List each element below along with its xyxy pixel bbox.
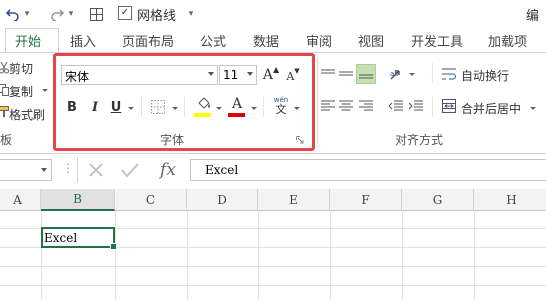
grid-line (115, 211, 116, 300)
undo-dropdown-icon[interactable]: ▾ (22, 4, 32, 24)
window-title: 编 (526, 9, 540, 24)
chevron-down-icon[interactable] (41, 168, 47, 172)
cell-b3-value: Excel (44, 231, 78, 245)
redo-icon[interactable] (48, 4, 66, 24)
formula-input[interactable]: Excel (190, 159, 546, 181)
tab-data[interactable]: 数据 (253, 31, 279, 50)
align-bottom-icon[interactable] (356, 64, 376, 84)
gridlines-checkbox[interactable]: ✓ (118, 6, 132, 20)
tab-home[interactable]: 开始 (15, 31, 41, 50)
enter-icon[interactable] (120, 161, 140, 179)
grid-line (402, 211, 403, 300)
formula-bar: ⋮ fx Excel (0, 157, 546, 185)
fill-handle[interactable] (110, 243, 117, 250)
tab-review[interactable]: 审阅 (306, 31, 332, 50)
redo-dropdown-icon[interactable]: ▾ (66, 4, 76, 24)
highlight-frame (53, 53, 315, 151)
tab-developer[interactable]: 开发工具 (411, 31, 463, 50)
merge-dropdown-icon[interactable] (530, 107, 536, 110)
align-top-icon[interactable] (320, 67, 336, 81)
grid-line (41, 211, 42, 300)
group-separator (317, 57, 318, 147)
column-header-a[interactable]: A (0, 189, 41, 211)
column-header-g[interactable]: G (402, 189, 474, 211)
tab-insert[interactable]: 插入 (70, 31, 96, 50)
alignment-group-label: 对齐方式 (395, 133, 444, 147)
cancel-icon[interactable] (86, 161, 106, 179)
tab-view[interactable]: 视图 (358, 31, 384, 50)
align-center-icon[interactable] (338, 99, 354, 113)
orientation-dropdown-icon[interactable] (409, 73, 415, 76)
grid-line (258, 211, 259, 300)
copy-button[interactable]: 复制 (9, 83, 33, 100)
wrap-text-icon[interactable] (441, 66, 457, 82)
undo-icon[interactable] (4, 4, 22, 24)
column-header-b[interactable]: B (41, 189, 115, 211)
tab-addins[interactable]: 加载项 (488, 31, 527, 50)
formula-content: Excel (205, 163, 239, 177)
name-box[interactable] (0, 159, 52, 181)
format-painter-button[interactable]: 格式刷 (9, 106, 45, 123)
grid-line (474, 211, 475, 300)
grid-line (330, 211, 331, 300)
borders-grid-icon[interactable] (88, 4, 104, 24)
more-dots-icon: ⋮ (62, 161, 74, 175)
tab-page-layout[interactable]: 页面布局 (122, 31, 174, 50)
tab-formulas[interactable]: 公式 (200, 31, 226, 50)
align-middle-icon[interactable] (338, 67, 354, 81)
column-header-e[interactable]: E (258, 189, 330, 211)
decrease-indent-icon[interactable] (388, 99, 404, 113)
ribbon-tabs: 开始 插入 页面布局 公式 数据 审阅 视图 开发工具 加载项 (0, 28, 546, 52)
wrap-text-button[interactable]: 自动换行 (461, 67, 509, 84)
column-header-d[interactable]: D (187, 189, 258, 211)
align-left-icon[interactable] (320, 99, 336, 113)
increase-indent-icon[interactable] (408, 99, 424, 113)
ribbon: 剪切 复制 格式刷 板 宋体 11 A ▲ A ▼ B I U A wén 文 字体 (0, 52, 546, 154)
merge-center-button[interactable]: 合并后居中 (461, 100, 521, 117)
grid-line (0, 285, 546, 286)
copy-dropdown-icon[interactable] (42, 89, 48, 92)
alignment-separator (432, 97, 433, 117)
grid-line (187, 211, 188, 300)
cut-button[interactable]: 剪切 (9, 60, 33, 77)
column-header-h[interactable]: H (474, 189, 546, 211)
grid-line (0, 266, 546, 267)
align-right-icon[interactable] (358, 99, 374, 113)
alignment-separator (432, 63, 433, 83)
insert-function-button[interactable]: fx (155, 160, 181, 180)
customize-qat-icon[interactable]: ▾ (186, 4, 196, 24)
sheet-grid[interactable]: A B C D E F G H Excel (0, 189, 546, 300)
clipboard-group-label: 板 (0, 133, 13, 147)
column-header-c[interactable]: C (115, 189, 187, 211)
quick-access-toolbar: ▾ ▾ ✓ 网格线 ▾ 编 (0, 0, 546, 28)
column-header-f[interactable]: F (330, 189, 402, 211)
orientation-icon[interactable]: ab (388, 65, 406, 83)
svg-text:ab: ab (390, 70, 399, 78)
merge-center-icon[interactable] (441, 98, 457, 114)
gridlines-label: 网格线 (137, 9, 177, 24)
